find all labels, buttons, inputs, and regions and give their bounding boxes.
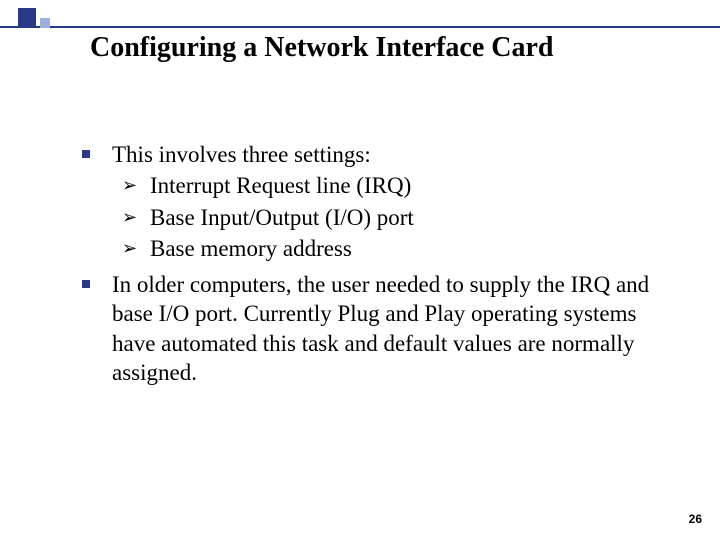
bullet-text: This involves three settings: bbox=[112, 142, 371, 167]
sub-bullet-text: Interrupt Request line (IRQ) bbox=[150, 173, 411, 198]
sub-bullet-item: ➢ Base Input/Output (I/O) port bbox=[122, 203, 660, 232]
arrow-bullet-icon: ➢ bbox=[122, 173, 137, 197]
sub-bullet-item: ➢ Interrupt Request line (IRQ) bbox=[122, 171, 660, 200]
sub-bullet-text: Base Input/Output (I/O) port bbox=[150, 205, 414, 230]
bullet-item: In older computers, the user needed to s… bbox=[82, 270, 660, 388]
bullet-item: This involves three settings: ➢ Interrup… bbox=[82, 140, 660, 264]
slide-body: This involves three settings: ➢ Interrup… bbox=[82, 140, 660, 394]
slide-title: Configuring a Network Interface Card bbox=[90, 32, 680, 64]
page-number: 26 bbox=[689, 512, 702, 526]
square-bullet-icon bbox=[82, 280, 90, 288]
slide-content: Configuring a Network Interface Card Thi… bbox=[0, 0, 720, 540]
sub-bullet-text: Base memory address bbox=[150, 236, 352, 261]
arrow-bullet-icon: ➢ bbox=[122, 236, 137, 260]
sub-bullet-item: ➢ Base memory address bbox=[122, 234, 660, 263]
bullet-text: In older computers, the user needed to s… bbox=[112, 272, 649, 385]
square-bullet-icon bbox=[82, 150, 90, 158]
arrow-bullet-icon: ➢ bbox=[122, 205, 137, 229]
